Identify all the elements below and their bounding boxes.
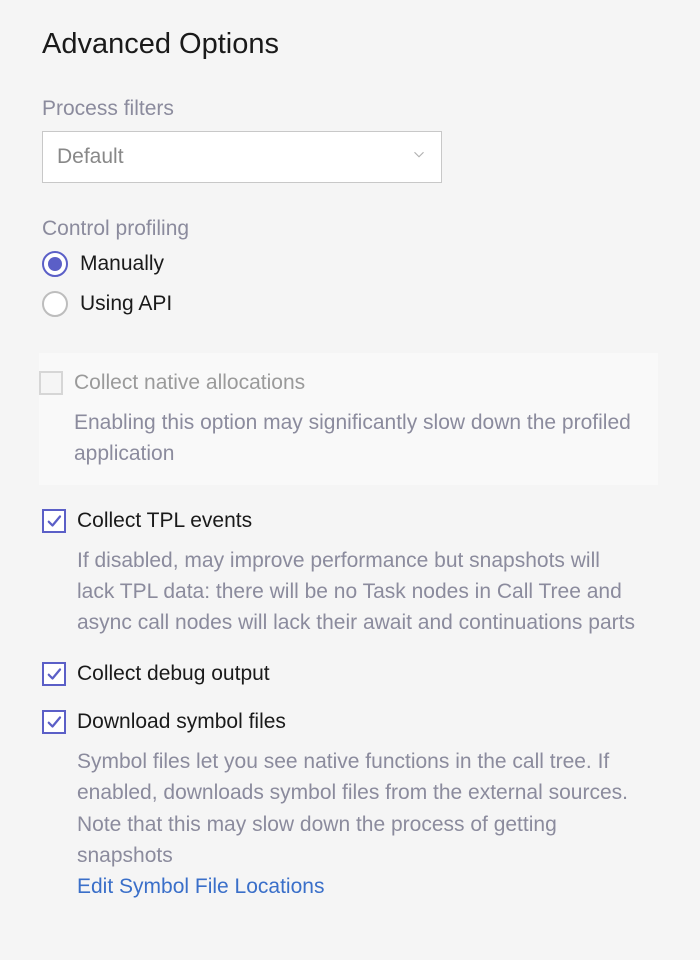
radio-manually[interactable]: Manually	[42, 251, 658, 277]
radio-checked-icon	[42, 251, 68, 277]
native-allocations-label: Collect native allocations	[74, 371, 305, 395]
radio-unchecked-icon	[42, 291, 68, 317]
control-profiling-group: Manually Using API	[42, 251, 658, 317]
radio-manually-label: Manually	[80, 252, 164, 276]
checkbox-checked-icon	[42, 662, 66, 686]
tpl-events-checkbox[interactable]: Collect TPL events	[42, 509, 658, 533]
tpl-events-option: Collect TPL events If disabled, may impr…	[42, 509, 658, 638]
tpl-events-label: Collect TPL events	[77, 509, 252, 533]
radio-using-api[interactable]: Using API	[42, 291, 658, 317]
native-allocations-option: Collect native allocations Enabling this…	[39, 353, 658, 485]
edit-symbol-locations-link[interactable]: Edit Symbol File Locations	[77, 875, 324, 899]
checkbox-checked-icon	[42, 509, 66, 533]
checkbox-checked-icon	[42, 710, 66, 734]
control-profiling-label: Control profiling	[42, 217, 658, 241]
debug-output-label: Collect debug output	[77, 662, 270, 686]
native-allocations-checkbox: Collect native allocations	[39, 371, 658, 395]
symbol-files-checkbox[interactable]: Download symbol files	[42, 710, 658, 734]
native-allocations-description: Enabling this option may significantly s…	[74, 407, 634, 469]
tpl-events-description: If disabled, may improve performance but…	[77, 545, 637, 638]
checkbox-unchecked-icon	[39, 371, 63, 395]
process-filters-select[interactable]: Default	[42, 131, 442, 183]
page-title: Advanced Options	[42, 28, 658, 61]
symbol-files-option: Download symbol files Symbol files let y…	[42, 710, 658, 898]
symbol-files-description: Symbol files let you see native function…	[77, 746, 637, 870]
debug-output-option: Collect debug output	[42, 662, 658, 686]
symbol-files-label: Download symbol files	[77, 710, 286, 734]
process-filters-value: Default	[57, 145, 124, 169]
debug-output-checkbox[interactable]: Collect debug output	[42, 662, 658, 686]
process-filters-label: Process filters	[42, 97, 658, 121]
radio-using-api-label: Using API	[80, 292, 172, 316]
